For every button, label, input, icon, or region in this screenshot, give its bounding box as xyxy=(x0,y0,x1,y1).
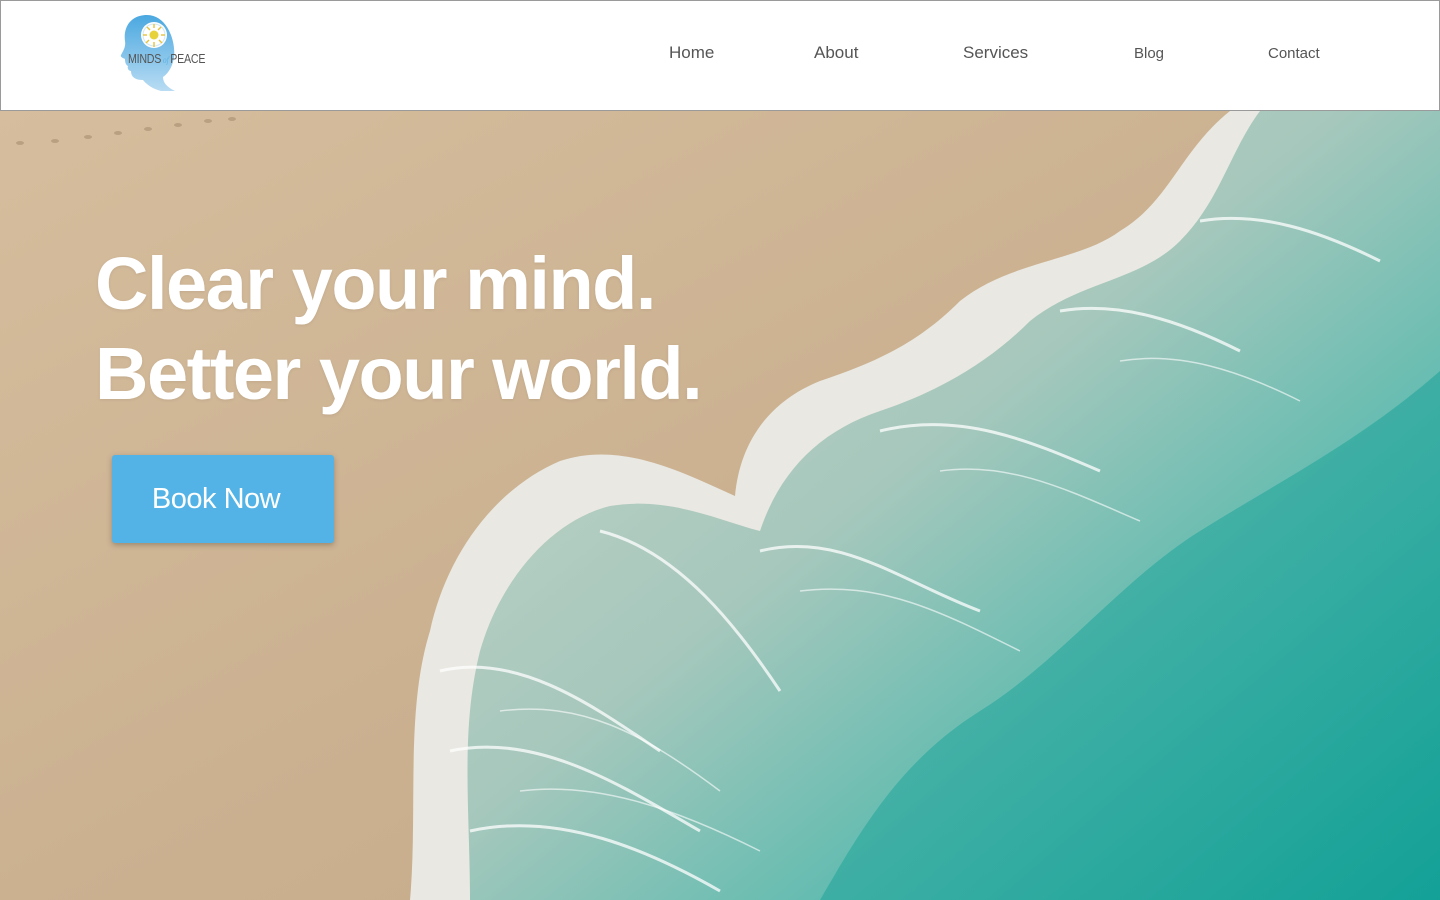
nav-services[interactable]: Services xyxy=(963,43,1028,63)
site-header: MINDS of PEACE Home About Services Blog Co… xyxy=(0,0,1440,111)
nav-home[interactable]: Home xyxy=(669,43,714,63)
hero-headline: Clear your mind. Better your world. xyxy=(95,239,703,419)
headline-line-1: Clear your mind. xyxy=(95,242,656,325)
nav-blog[interactable]: Blog xyxy=(1134,45,1164,62)
nav-contact[interactable]: Contact xyxy=(1268,45,1320,62)
headline-line-2: Better your world. xyxy=(95,332,703,415)
hero-section: Clear your mind. Better your world. Book… xyxy=(0,111,1440,900)
main-nav: Home About Services Blog Contact xyxy=(1,1,1439,110)
book-now-button[interactable]: Book Now xyxy=(112,455,334,543)
nav-about[interactable]: About xyxy=(814,43,858,63)
